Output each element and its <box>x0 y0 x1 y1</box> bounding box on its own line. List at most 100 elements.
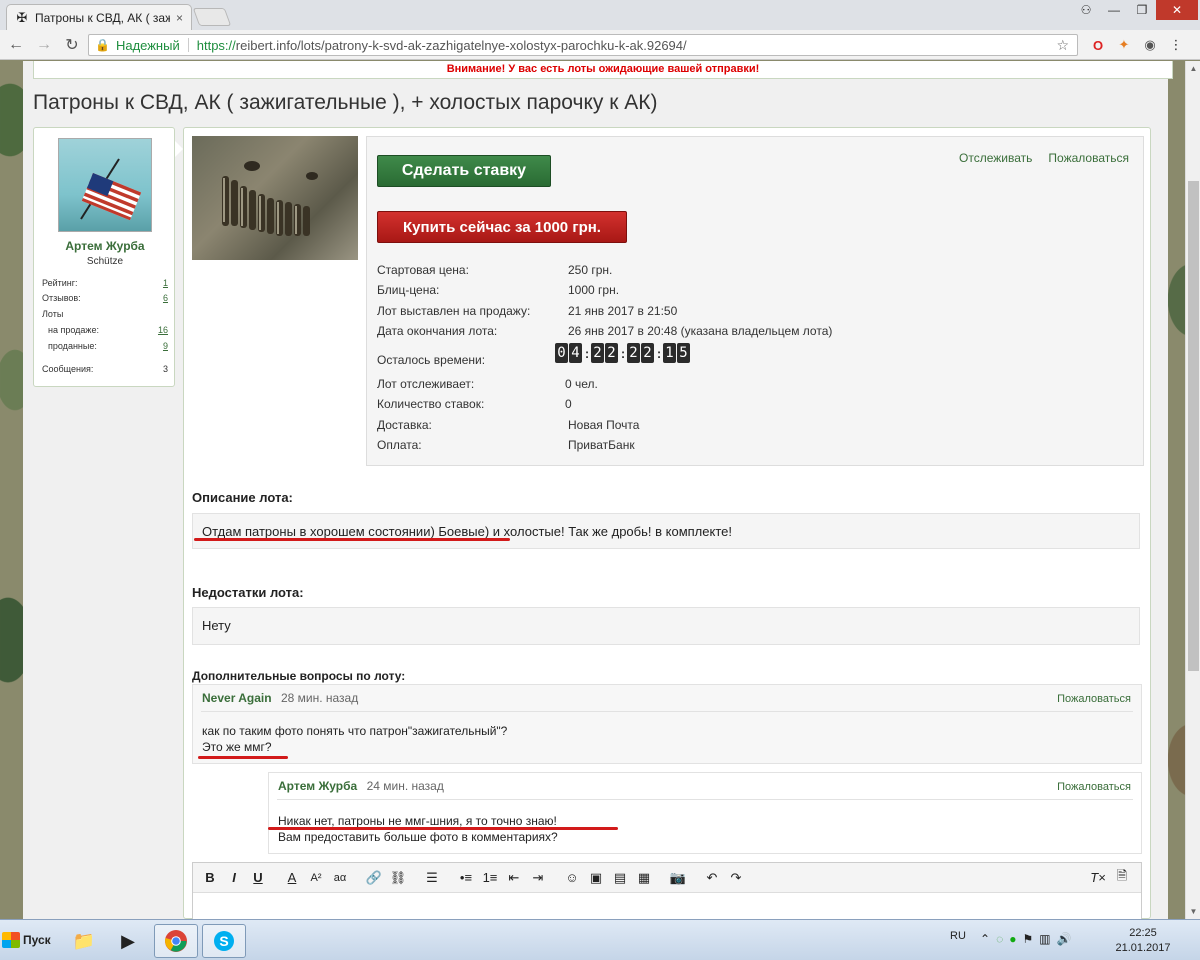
profile-icon[interactable]: ⚇ <box>1072 0 1100 20</box>
comment-report-link[interactable]: Пожаловаться <box>1057 781 1131 793</box>
font-color-button[interactable]: A <box>281 867 303 889</box>
place-bid-button[interactable]: Сделать ставку <box>377 155 551 187</box>
numbers-icon[interactable]: 1≡ <box>479 867 501 889</box>
detail-label: Дата окончания лота: <box>377 324 498 338</box>
opera-extension-icon[interactable]: O <box>1088 35 1108 55</box>
stat-value[interactable]: 16 <box>158 325 168 335</box>
star-icon[interactable]: ☆ <box>1056 37 1069 54</box>
countdown-timer: 0 4 : 2 2 : 2 2 : 1 5 <box>555 343 691 363</box>
italic-button[interactable]: I <box>223 867 245 889</box>
site-content: Внимание! У вас есть лоты ожидающие ваше… <box>23 61 1173 919</box>
network-icon[interactable]: ▥ <box>1039 932 1050 946</box>
red-underline-mark <box>194 538 510 541</box>
action-center-flag-icon[interactable]: ⚑ <box>1022 932 1033 946</box>
stat-sold: проданные: 9 <box>42 341 168 351</box>
font-family-button[interactable]: aα <box>329 867 351 889</box>
scroll-down-icon[interactable]: ▼ <box>1186 904 1200 919</box>
font-size-button[interactable]: A² <box>305 867 327 889</box>
tray-green-icon[interactable]: ● <box>1009 932 1016 946</box>
puzzle-extension-icon[interactable]: ✦ <box>1114 35 1134 55</box>
clock-date: 21.01.2017 <box>1115 942 1171 954</box>
align-icon[interactable]: ☰ <box>421 867 443 889</box>
detail-time-left: Осталось времени: <box>377 353 485 367</box>
comment-author[interactable]: Never Again <box>202 691 272 705</box>
explorer-icon[interactable]: 📁 <box>62 924 106 958</box>
stat-value[interactable]: 1 <box>163 278 168 288</box>
media-player-icon[interactable]: ▶ <box>106 924 150 958</box>
stat-value[interactable]: 9 <box>163 341 168 351</box>
buy-now-button[interactable]: Купить сейчас за 1000 грн. <box>377 211 627 243</box>
avatar[interactable] <box>58 138 152 232</box>
draft-icon[interactable]: 🗎 <box>1111 867 1133 889</box>
timer-digit: 4 <box>569 343 582 363</box>
stat-value[interactable]: 6 <box>163 293 168 303</box>
menu-icon[interactable]: ⋮ <box>1166 35 1186 55</box>
outdent-icon[interactable]: ⇤ <box>503 867 525 889</box>
restore-icon[interactable]: ❐ <box>1128 0 1156 20</box>
questions-heading: Дополнительные вопросы по лоту: <box>192 669 406 683</box>
tab-title: Патроны к СВД, АК ( заж <box>35 10 170 25</box>
forward-icon[interactable]: → <box>32 33 56 57</box>
start-button[interactable]: Пуск <box>2 924 52 956</box>
link-icon[interactable]: 🔗 <box>363 867 385 889</box>
watch-link[interactable]: Отслеживать <box>959 151 1032 165</box>
undo-icon[interactable]: ↶ <box>701 867 723 889</box>
seller-rank: Schütze <box>86 256 124 267</box>
window-controls: ⚇ — ❐ ✕ <box>1072 0 1198 20</box>
reply-editor[interactable]: B I U A A² aα 🔗 ⛓ ☰ •≡ 1≡ ⇤ ⇥ ☺ ▣ ▤ ▦ 📷 … <box>192 862 1142 919</box>
code-icon[interactable]: ▦ <box>633 867 655 889</box>
show-hidden-icon[interactable]: ⌃ <box>980 932 990 946</box>
skype-icon[interactable]: S <box>202 924 246 958</box>
system-clock[interactable]: 22:25 21.01.2017 <box>1114 926 1172 956</box>
lot-main-panel: Сделать ставку Купить сейчас за 1000 грн… <box>183 127 1151 919</box>
editor-toolbar: B I U A A² aα 🔗 ⛓ ☰ •≡ 1≡ ⇤ ⇥ ☺ ▣ ▤ ▦ 📷 … <box>193 863 1141 893</box>
camera-icon[interactable]: 📷 <box>667 867 689 889</box>
media-icon[interactable]: ▤ <box>609 867 631 889</box>
comment-header: Never Again 28 мин. назад <box>202 691 358 705</box>
lot-photo[interactable] <box>192 136 358 260</box>
scroll-thumb[interactable] <box>1188 181 1199 671</box>
tab-close-icon[interactable]: × <box>176 11 183 25</box>
profile-pointer <box>175 141 183 157</box>
detail-label: Оплата: <box>377 438 422 452</box>
back-icon[interactable]: ← <box>4 33 28 57</box>
detail-value: 21 янв 2017 в 21:50 <box>568 304 678 318</box>
seller-name[interactable]: Артем Журба <box>34 239 176 253</box>
comment-report-link[interactable]: Пожаловаться <box>1057 693 1131 705</box>
pending-shipment-notice[interactable]: Внимание! У вас есть лоты ожидающие ваше… <box>33 61 1173 79</box>
stat-on-sale: на продаже: 16 <box>42 325 168 335</box>
detail-label: Блиц-цена: <box>377 283 440 297</box>
detail-value: Новая Почта <box>568 418 640 432</box>
stat-label: на продаже: <box>48 325 99 335</box>
clear-format-icon[interactable]: T× <box>1087 867 1109 889</box>
unlink-icon[interactable]: ⛓ <box>387 867 409 889</box>
windows-taskbar: Пуск 📁 ▶ S RU ⌃ ◌ ● ⚑ ▥ 🔊 22:25 21.01.20… <box>0 919 1200 960</box>
comment-line: как по таким фото понять что патрон"зажи… <box>202 724 508 738</box>
bullets-icon[interactable]: •≡ <box>455 867 477 889</box>
detail-label: Количество ставок: <box>377 397 485 411</box>
smiley-icon[interactable]: ☺ <box>561 867 583 889</box>
reload-icon[interactable]: ↻ <box>60 33 84 57</box>
omnibox-divider <box>187 38 189 52</box>
volume-icon[interactable]: 🔊 <box>1057 932 1072 946</box>
report-link[interactable]: Пожаловаться <box>1048 151 1129 165</box>
close-window-icon[interactable]: ✕ <box>1156 0 1198 20</box>
browser-tab[interactable]: ✠ Патроны к СВД, АК ( заж × <box>6 4 192 30</box>
redo-icon[interactable]: ↷ <box>725 867 747 889</box>
underline-button[interactable]: U <box>247 867 269 889</box>
page-scrollbar[interactable]: ▲ ▼ <box>1185 61 1200 919</box>
indent-icon[interactable]: ⇥ <box>527 867 549 889</box>
seller-profile-card: Артем Журба Schütze Рейтинг: 1 Отзывов: … <box>33 127 175 387</box>
chrome-icon[interactable] <box>154 924 198 958</box>
language-indicator[interactable]: RU <box>950 930 966 942</box>
scroll-up-icon[interactable]: ▲ <box>1186 61 1200 76</box>
tray-app-icon[interactable]: ◌ <box>996 932 1003 946</box>
minimize-icon[interactable]: — <box>1100 0 1128 20</box>
address-bar[interactable]: 🔒 Надежный https:// reibert.info/lots/pa… <box>88 34 1078 56</box>
flaws-heading: Недостатки лота: <box>192 585 304 600</box>
new-tab-button[interactable] <box>192 8 232 26</box>
vpn-extension-icon[interactable]: ◉ <box>1140 35 1160 55</box>
bold-button[interactable]: B <box>199 867 221 889</box>
image-icon[interactable]: ▣ <box>585 867 607 889</box>
comment-author[interactable]: Артем Журба <box>278 779 357 793</box>
